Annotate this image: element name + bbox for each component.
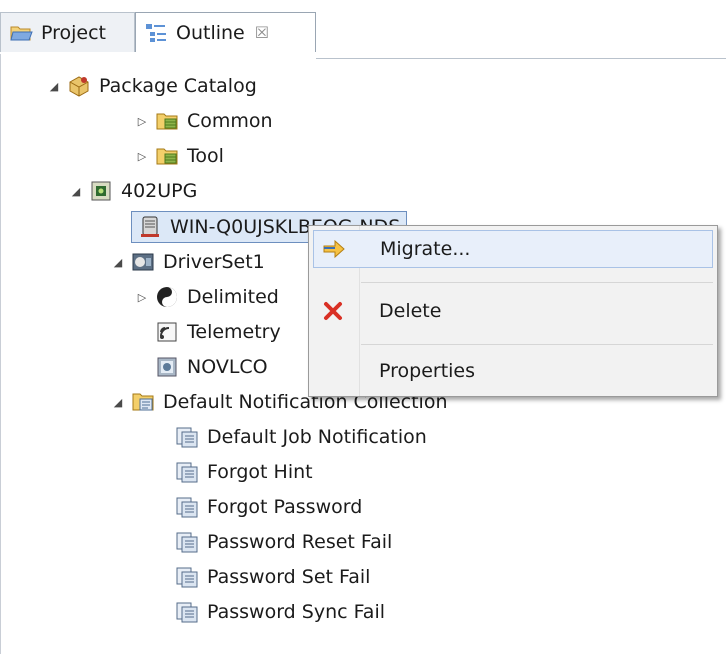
tree-item-label: Password Reset Fail: [207, 531, 393, 553]
expanded-arrow-icon[interactable]: ◢: [111, 255, 125, 269]
tree-item-label: Forgot Password: [207, 496, 363, 518]
collapsed-arrow-icon[interactable]: ▷: [135, 149, 149, 163]
collapsed-arrow-icon[interactable]: ▷: [135, 114, 149, 128]
tree-item-label: NOVLCO: [187, 356, 268, 378]
tab-outline-label: Outline: [176, 21, 245, 44]
tree-item-telemetry[interactable]: Telemetry: [155, 315, 281, 349]
package-catalog-icon: [67, 74, 91, 98]
outline-icon: [144, 21, 168, 45]
tree-item-package-catalog[interactable]: ◢ Package Catalog: [47, 69, 257, 103]
tab-project[interactable]: Project: [0, 12, 135, 52]
tree-item-notification[interactable]: Forgot Password: [175, 490, 362, 524]
tree-item-label: DriverSet1: [163, 251, 265, 273]
menu-item-label: Properties: [379, 360, 476, 382]
tree-item-label: Password Set Fail: [207, 566, 371, 588]
notification-collection-icon: [131, 390, 155, 414]
tree-item-label: Telemetry: [187, 321, 281, 343]
tree-item-tool[interactable]: ▷ Tool: [135, 139, 224, 173]
menu-item-label: Migrate...: [380, 238, 471, 260]
expanded-arrow-icon[interactable]: ◢: [47, 79, 61, 93]
tree-item-label: Common: [187, 110, 273, 132]
driver-icon: [155, 285, 179, 309]
folder-open-icon: [9, 21, 33, 45]
context-menu: Migrate... Delete Properties: [308, 225, 718, 397]
notification-template-icon: [175, 530, 199, 554]
tree-item-common[interactable]: ▷ Common: [135, 104, 273, 138]
expanded-arrow-icon[interactable]: ◢: [111, 395, 125, 409]
delete-icon: [313, 300, 353, 322]
tree-item-label: 402UPG: [121, 180, 198, 202]
tree-item-label: Package Catalog: [99, 75, 257, 97]
tree-item-notification[interactable]: Password Sync Fail: [175, 595, 385, 629]
menu-item-delete[interactable]: Delete: [313, 292, 713, 330]
close-tab-icon[interactable]: ☒: [255, 23, 269, 42]
tree-item-label: Forgot Hint: [207, 461, 313, 483]
tab-project-label: Project: [41, 21, 107, 44]
library-icon: [155, 355, 179, 379]
telemetry-icon: [155, 320, 179, 344]
notification-template-icon: [175, 495, 199, 519]
notification-template-icon: [175, 600, 199, 624]
folder-package-icon: [155, 109, 179, 133]
tree-item-notification[interactable]: Forgot Hint: [175, 455, 313, 489]
driverset-icon: [131, 250, 155, 274]
server-icon: [138, 215, 162, 239]
notification-template-icon: [175, 425, 199, 449]
menu-item-migrate[interactable]: Migrate...: [313, 230, 713, 268]
identity-vault-icon: [89, 179, 113, 203]
tree-item-402upg[interactable]: ◢ 402UPG: [69, 174, 198, 208]
tree-item-label: Tool: [187, 145, 224, 167]
folder-package-icon: [155, 144, 179, 168]
tree-item-notification[interactable]: Password Reset Fail: [175, 525, 392, 559]
notification-template-icon: [175, 565, 199, 589]
menu-separator: [361, 344, 713, 345]
tree-item-notification[interactable]: Password Set Fail: [175, 560, 370, 594]
tree-item-label: Default Job Notification: [207, 426, 427, 448]
menu-item-label: Delete: [379, 300, 442, 322]
view-tab-bar: Project Outline ☒: [0, 8, 726, 59]
tree-item-delimited[interactable]: ▷ Delimited: [135, 280, 279, 314]
notification-template-icon: [175, 460, 199, 484]
collapsed-arrow-icon[interactable]: ▷: [135, 290, 149, 304]
tree-item-label: Password Sync Fail: [207, 601, 386, 623]
tab-outline[interactable]: Outline ☒: [135, 12, 316, 52]
menu-item-properties[interactable]: Properties: [313, 352, 713, 390]
tree-item-notification[interactable]: Default Job Notification: [175, 420, 427, 454]
expanded-arrow-icon[interactable]: ◢: [69, 184, 83, 198]
migrate-arrow-icon: [314, 239, 354, 259]
tree-item-driverset1[interactable]: ◢ DriverSet1: [111, 245, 265, 279]
tree-item-novlco[interactable]: NOVLCO: [155, 350, 268, 384]
tree-item-label: Delimited: [187, 286, 279, 308]
menu-separator: [361, 282, 713, 283]
